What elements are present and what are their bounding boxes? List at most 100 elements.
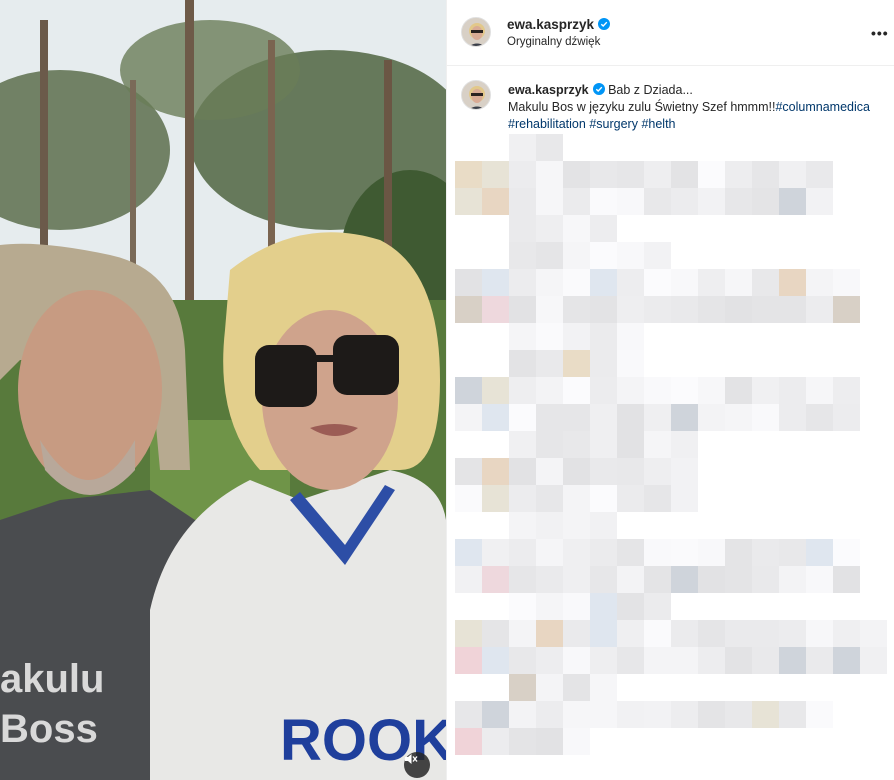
mosaic-cell: [806, 188, 833, 215]
mosaic-cell: [779, 296, 806, 323]
mosaic-cell: [509, 350, 536, 377]
mosaic-cell: [590, 161, 617, 188]
mosaic-cell: [752, 701, 779, 728]
mosaic-cell: [779, 647, 806, 674]
mosaic-cell: [752, 269, 779, 296]
video-scene: akulu Boss ROOKL: [0, 0, 446, 780]
mosaic-cell: [509, 431, 536, 458]
mosaic-cell: [833, 404, 860, 431]
mosaic-cell: [671, 647, 698, 674]
audio-label[interactable]: Oryginalny dźwięk: [507, 36, 600, 48]
mosaic-cell: [563, 728, 590, 755]
mosaic-cell: [590, 485, 617, 512]
mosaic-cell: [644, 242, 671, 269]
mosaic-cell: [617, 350, 644, 377]
mosaic-cell: [563, 323, 590, 350]
hashtag-link[interactable]: #rehabilitation: [508, 117, 586, 131]
avatar[interactable]: [461, 17, 491, 47]
verified-icon: [592, 83, 605, 95]
mosaic-cell: [806, 269, 833, 296]
mosaic-cell: [509, 728, 536, 755]
caption-avatar[interactable]: [461, 80, 491, 110]
mosaic-cell: [671, 188, 698, 215]
mosaic-cell: [617, 593, 644, 620]
mosaic-cell: [779, 188, 806, 215]
mosaic-cell: [752, 161, 779, 188]
mosaic-cell: [671, 296, 698, 323]
mosaic-cell: [644, 458, 671, 485]
mosaic-cell: [698, 188, 725, 215]
pixelated-comments-mosaic: [455, 134, 887, 755]
mosaic-cell: [617, 323, 644, 350]
mute-button[interactable]: [404, 752, 430, 778]
mosaic-cell: [617, 566, 644, 593]
mosaic-cell: [698, 161, 725, 188]
mosaic-cell: [590, 674, 617, 701]
mosaic-cell: [779, 701, 806, 728]
mosaic-cell: [590, 404, 617, 431]
mosaic-cell: [509, 323, 536, 350]
mosaic-cell: [590, 296, 617, 323]
mosaic-cell: [536, 323, 563, 350]
mosaic-cell: [509, 458, 536, 485]
mosaic-cell: [752, 620, 779, 647]
mosaic-cell: [617, 485, 644, 512]
mosaic-cell: [698, 647, 725, 674]
mosaic-cell: [509, 134, 536, 161]
hashtag-link[interactable]: #helth: [641, 117, 675, 131]
mosaic-cell: [698, 269, 725, 296]
mosaic-cell: [536, 701, 563, 728]
mosaic-cell: [563, 485, 590, 512]
mosaic-cell: [671, 539, 698, 566]
mosaic-cell: [671, 458, 698, 485]
mosaic-cell: [752, 404, 779, 431]
verified-icon: [598, 18, 611, 30]
mosaic-cell: [455, 620, 482, 647]
mosaic-cell: [779, 377, 806, 404]
mosaic-cell: [644, 296, 671, 323]
more-options-button[interactable]: •••: [871, 26, 889, 40]
hashtag-link[interactable]: #surgery: [589, 117, 638, 131]
mosaic-cell: [563, 377, 590, 404]
mosaic-cell: [617, 539, 644, 566]
mosaic-cell: [455, 269, 482, 296]
caption-username[interactable]: ewa.kasprzyk: [508, 83, 589, 97]
mosaic-cell: [698, 620, 725, 647]
mosaic-cell: [806, 377, 833, 404]
mosaic-cell: [482, 539, 509, 566]
post-username-text[interactable]: ewa.kasprzyk: [507, 17, 594, 32]
mosaic-cell: [752, 647, 779, 674]
mosaic-cell: [536, 377, 563, 404]
mosaic-cell: [536, 188, 563, 215]
mosaic-cell: [536, 215, 563, 242]
mosaic-cell: [509, 620, 536, 647]
mosaic-cell: [563, 161, 590, 188]
mosaic-cell: [806, 539, 833, 566]
mosaic-cell: [536, 728, 563, 755]
mosaic-cell: [482, 458, 509, 485]
mosaic-cell: [536, 458, 563, 485]
mosaic-cell: [563, 458, 590, 485]
mosaic-cell: [590, 539, 617, 566]
mosaic-cell: [725, 647, 752, 674]
mosaic-cell: [536, 269, 563, 296]
mosaic-cell: [725, 188, 752, 215]
mosaic-cell: [563, 350, 590, 377]
mosaic-cell: [617, 431, 644, 458]
mosaic-cell: [860, 620, 887, 647]
mosaic-cell: [590, 215, 617, 242]
mosaic-cell: [509, 566, 536, 593]
mosaic-cell: [671, 701, 698, 728]
post-username[interactable]: ewa.kasprzyk: [507, 17, 611, 32]
mosaic-cell: [752, 296, 779, 323]
mosaic-cell: [563, 215, 590, 242]
hashtag-link[interactable]: #columnamedica: [775, 100, 870, 114]
mosaic-cell: [482, 404, 509, 431]
mosaic-cell: [725, 404, 752, 431]
mosaic-cell: [617, 701, 644, 728]
mosaic-cell: [536, 431, 563, 458]
mosaic-cell: [671, 404, 698, 431]
mosaic-cell: [482, 296, 509, 323]
mosaic-cell: [563, 242, 590, 269]
video-frame[interactable]: akulu Boss ROOKL: [0, 0, 446, 780]
